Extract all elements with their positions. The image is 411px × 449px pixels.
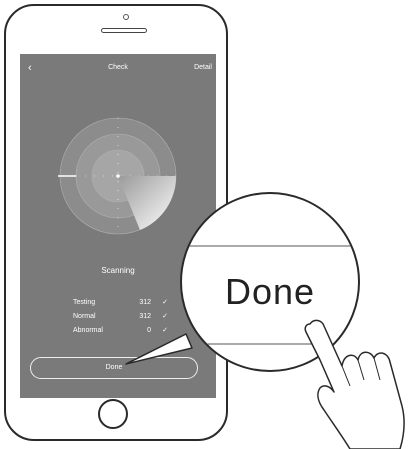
zoomed-done-label: Done: [224, 271, 316, 312]
pointing-hand-icon: [304, 319, 405, 449]
